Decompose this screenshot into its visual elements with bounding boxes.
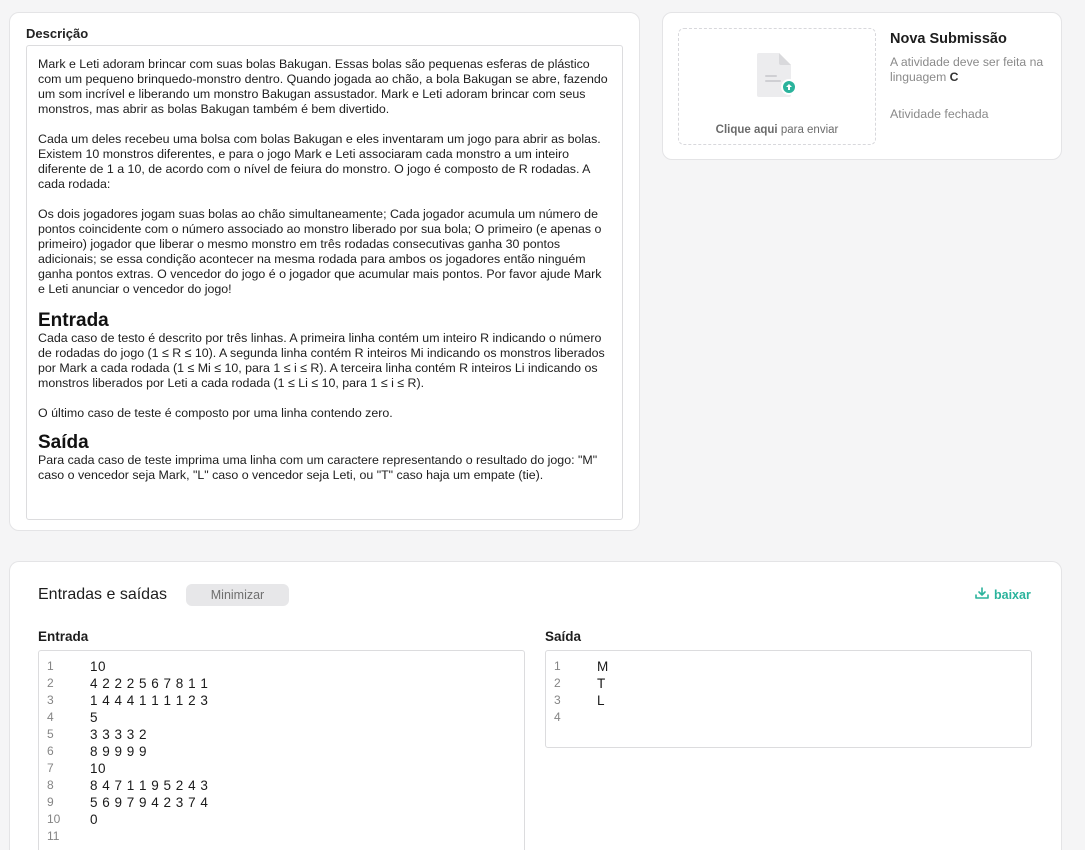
- code-line: 4: [546, 709, 1031, 726]
- line-number: 4: [554, 710, 561, 724]
- description-paragraph: Mark e Leti adoram brincar com suas bola…: [38, 57, 608, 116]
- output-paragraph: Para cada caso de teste imprima uma linh…: [38, 453, 598, 482]
- code-line: 6 8 9 9 9 9: [39, 743, 524, 760]
- code-line: 10 0: [39, 811, 524, 828]
- file-upload-icon: [757, 51, 801, 99]
- code-line: 3L: [546, 692, 1031, 709]
- output-editor[interactable]: 1M2T3L4: [545, 650, 1032, 748]
- input-paragraph: O último caso de teste é composto por um…: [38, 406, 393, 420]
- input-paragraph: Cada caso de testo é descrito por três l…: [38, 331, 605, 390]
- line-content: L: [597, 693, 606, 708]
- line-number: 3: [554, 693, 561, 707]
- description-content: Mark e Leti adoram brincar com suas bola…: [26, 45, 623, 520]
- line-content: 0: [90, 812, 99, 827]
- line-content: 3 3 3 3 2: [90, 727, 148, 742]
- description-title: Descrição: [26, 26, 89, 41]
- line-number: 3: [47, 693, 54, 707]
- line-content: 8 4 7 1 1 9 5 2 4 3: [90, 778, 209, 793]
- upload-label[interactable]: Clique aqui para enviar: [679, 124, 875, 136]
- line-number: 1: [47, 659, 54, 673]
- minimize-button[interactable]: Minimizar: [186, 584, 289, 606]
- line-number: 5: [47, 727, 54, 741]
- description-paragraph: Os dois jogadores jogam suas bolas ao ch…: [38, 207, 602, 296]
- line-number: 4: [47, 710, 54, 724]
- upload-dropzone[interactable]: Clique aqui para enviar: [678, 28, 876, 145]
- language-name: C: [949, 70, 959, 84]
- input-label: Entrada: [38, 629, 89, 644]
- download-label: baixar: [994, 588, 1031, 602]
- input-editor[interactable]: 1 10 2 4 2 2 2 5 6 7 8 1 131 4 4 4 1 1 1 1 …: [38, 650, 525, 850]
- code-line: 1 10: [39, 658, 524, 675]
- line-number: 1: [554, 659, 561, 673]
- code-line: 5 3 3 3 3 2: [39, 726, 524, 743]
- download-button[interactable]: baixar: [975, 587, 1031, 603]
- output-label: Saída: [545, 629, 582, 644]
- line-content: 10: [90, 659, 107, 674]
- activity-status: Atividade fechada: [890, 107, 989, 121]
- output-heading: Saída: [38, 432, 89, 453]
- line-number: 9: [47, 795, 54, 809]
- code-line: 45: [39, 709, 524, 726]
- submission-card: Clique aqui para enviar Nova Submissão A…: [662, 12, 1062, 160]
- line-number: 11: [47, 829, 60, 843]
- code-line: 2 4 2 2 2 5 6 7 8 1 1: [39, 675, 524, 692]
- download-icon: [975, 587, 989, 603]
- description-card: Descrição Mark e Leti adoram brincar com…: [9, 12, 640, 531]
- line-content: 1 4 4 4 1 1 1 1 2 3: [90, 693, 209, 708]
- submission-title: Nova Submissão: [890, 31, 1007, 47]
- line-number: 7: [47, 761, 54, 775]
- line-number: 2: [47, 676, 54, 690]
- input-heading: Entrada: [38, 310, 109, 331]
- line-number: 2: [554, 676, 561, 690]
- code-line: 9 5 6 9 7 9 4 2 3 7 4: [39, 794, 524, 811]
- line-content: 5 6 9 7 9 4 2 3 7 4: [90, 795, 209, 810]
- code-line: 3 1 4 4 4 1 1 1 1 2 3: [39, 692, 524, 709]
- code-line: 1M: [546, 658, 1031, 675]
- line-number: 6: [47, 744, 54, 758]
- code-line: 2T: [546, 675, 1031, 692]
- line-content: T: [597, 676, 606, 691]
- line-number: 8: [47, 778, 54, 792]
- code-line: 8 8 4 7 1 1 9 5 2 4 3: [39, 777, 524, 794]
- description-paragraph: Cada um deles recebeu uma bolsa com bola…: [38, 132, 601, 191]
- io-title: Entradas e saídas: [38, 586, 167, 603]
- code-line: 11: [39, 828, 524, 845]
- line-content: 4 2 2 2 5 6 7 8 1 1: [90, 676, 209, 691]
- code-line: 7 10: [39, 760, 524, 777]
- line-content: 8 9 9 9 9: [90, 744, 148, 759]
- language-note: A atividade deve ser feita na linguagem …: [890, 55, 1044, 84]
- line-content: 10: [90, 761, 107, 776]
- line-content: M: [597, 659, 609, 674]
- io-card: Entradas e saídas Minimizar baixar Entra…: [9, 561, 1062, 850]
- line-number: 10: [47, 812, 61, 826]
- line-content: 5: [90, 710, 99, 725]
